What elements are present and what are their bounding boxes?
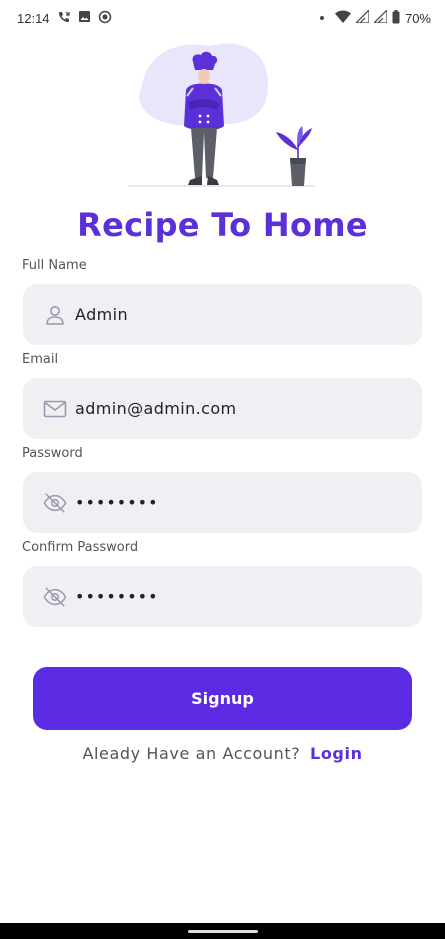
signal-icon [354, 8, 370, 26]
login-prompt: Aleady Have an Account? Login [0, 744, 445, 763]
user-icon [43, 303, 67, 327]
confirm-password-label: Confirm Password [22, 540, 139, 555]
status-bar: 12:14 70% [0, 0, 445, 36]
full-name-value: Admin [75, 305, 128, 324]
chef-illustration [120, 40, 325, 192]
app-title: Recipe To Home [77, 206, 368, 244]
home-gesture-handle[interactable] [187, 929, 258, 933]
notification-dot-icon [319, 16, 324, 20]
battery-percent: 70% [404, 10, 431, 26]
navigation-bar [0, 923, 445, 939]
email-label: Email [22, 352, 59, 367]
full-name-field[interactable]: Admin [23, 284, 422, 345]
password-value: •••••••• [75, 493, 159, 512]
password-label: Password [22, 446, 83, 461]
signup-button[interactable]: Signup [33, 667, 412, 730]
signal-icon [372, 8, 388, 26]
eye-off-icon[interactable] [43, 491, 67, 515]
signup-screen: 12:14 70% Recipe To Home Full Name Admin… [0, 0, 445, 939]
mail-icon [43, 397, 67, 421]
missed-call-icon [57, 10, 71, 27]
full-name-label: Full Name [22, 258, 87, 273]
eye-off-icon[interactable] [43, 585, 67, 609]
confirm-password-value: •••••••• [75, 587, 159, 606]
email-field[interactable]: admin@admin.com [23, 378, 422, 439]
status-time: 12:14 [17, 10, 50, 26]
login-prompt-text: Aleady Have an Account? [82, 744, 301, 763]
login-link[interactable]: Login [310, 744, 363, 763]
media-icon [98, 10, 112, 27]
wifi-icon [334, 10, 351, 26]
email-value: admin@admin.com [75, 399, 237, 418]
battery-icon [392, 9, 400, 27]
password-field[interactable]: •••••••• [23, 472, 422, 533]
confirm-password-field[interactable]: •••••••• [23, 566, 422, 627]
image-icon [78, 10, 91, 26]
